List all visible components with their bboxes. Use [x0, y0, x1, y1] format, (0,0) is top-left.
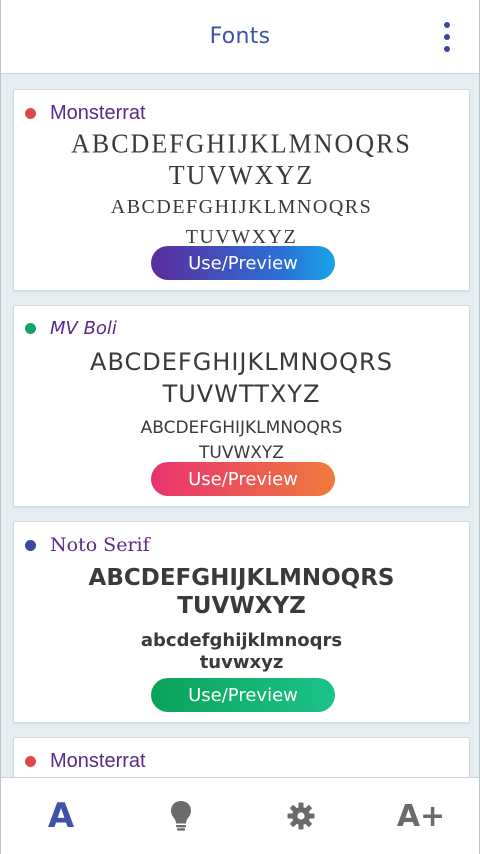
font-card-mv-boli: MV Boli ABCDEFGHIJKLMNOQRS TUVWTTXYZ ABC…: [13, 305, 470, 507]
sample-line: TUVWXYZ: [177, 593, 306, 619]
font-list[interactable]: Monsterrat ABCDEFGHIJKLMNOQRS TUVWXYZ AB…: [1, 75, 479, 777]
use-preview-button[interactable]: Use/Preview: [151, 678, 335, 712]
sample-line: ABCDEFGHIJKLMNOQRS: [110, 196, 373, 218]
lightbulb-icon: [171, 801, 191, 831]
font-card-noto-serif: Noto Serif ABCDEFGHIJKLMNOQRS TUVWXYZ ab…: [13, 521, 470, 723]
font-icon: A: [47, 796, 75, 836]
font-card-monsterrat: Monsterrat ABCDEFGHIJKLMNOQRS TUVWXYZ AB…: [13, 89, 470, 291]
font-card-monsterrat-2: Monsterrat: [13, 737, 470, 777]
sample-line: TUVWTTXYZ: [162, 380, 321, 408]
lowercase-sample: abcdefghijklmnoqrs tuvwxyz: [14, 630, 469, 674]
sample-line: ABCDEFGHIJKLMNOQRS: [88, 565, 395, 591]
uppercase-sample: ABCDEFGHIJKLMNOQRS TUVWXYZ: [14, 129, 469, 192]
sample-line: abcdefghijklmnoqrs: [140, 630, 343, 651]
gear-icon: [287, 802, 315, 830]
uppercase-sample: ABCDEFGHIJKLMNOQRS TUVWXYZ: [14, 564, 469, 620]
nav-fonts[interactable]: A: [31, 796, 91, 836]
kebab-menu-icon[interactable]: [439, 22, 455, 52]
font-card-header: Monsterrat: [25, 102, 146, 125]
font-card-header: Monsterrat: [25, 750, 146, 773]
sample-line: ABCDEFGHIJKLMNOQRS: [90, 348, 393, 376]
sample-line: tuvwxyz: [199, 652, 284, 673]
uppercase-sample: ABCDEFGHIJKLMNOQRS TUVWTTXYZ: [14, 346, 469, 410]
status-dot: [25, 323, 36, 334]
sample-line: TUVWXYZ: [168, 160, 315, 191]
nav-settings[interactable]: [271, 796, 331, 836]
lowercase-sample: ABCDEFGHIJKLMNOQRS TUVWXYZ: [14, 416, 469, 466]
top-app-bar: Fonts: [1, 0, 479, 74]
status-dot: [25, 108, 36, 119]
use-preview-button[interactable]: Use/Preview: [151, 246, 335, 280]
status-dot: [25, 539, 36, 551]
nav-font-size[interactable]: A+: [391, 796, 451, 836]
sample-line: ABCDEFGHIJKLMNOQRS: [140, 418, 343, 438]
font-card-header: MV Boli: [25, 318, 117, 339]
lowercase-sample: ABCDEFGHIJKLMNOQRS TUVWXYZ: [14, 192, 469, 252]
font-name: Monsterrat: [50, 102, 146, 124]
font-name: Monsterrat: [50, 750, 146, 772]
font-size-icon: A+: [396, 798, 446, 834]
sample-line: ABCDEFGHIJKLMNOQRS: [71, 128, 412, 159]
font-name: MV Boli: [50, 318, 117, 339]
font-name: Noto Serif: [50, 534, 150, 556]
use-preview-button[interactable]: Use/Preview: [151, 462, 335, 496]
nav-tips[interactable]: [151, 796, 211, 836]
bottom-navigation: A A+: [1, 777, 479, 854]
font-card-header: Noto Serif: [25, 534, 150, 556]
page-title: Fonts: [209, 24, 271, 49]
status-dot: [25, 756, 36, 767]
